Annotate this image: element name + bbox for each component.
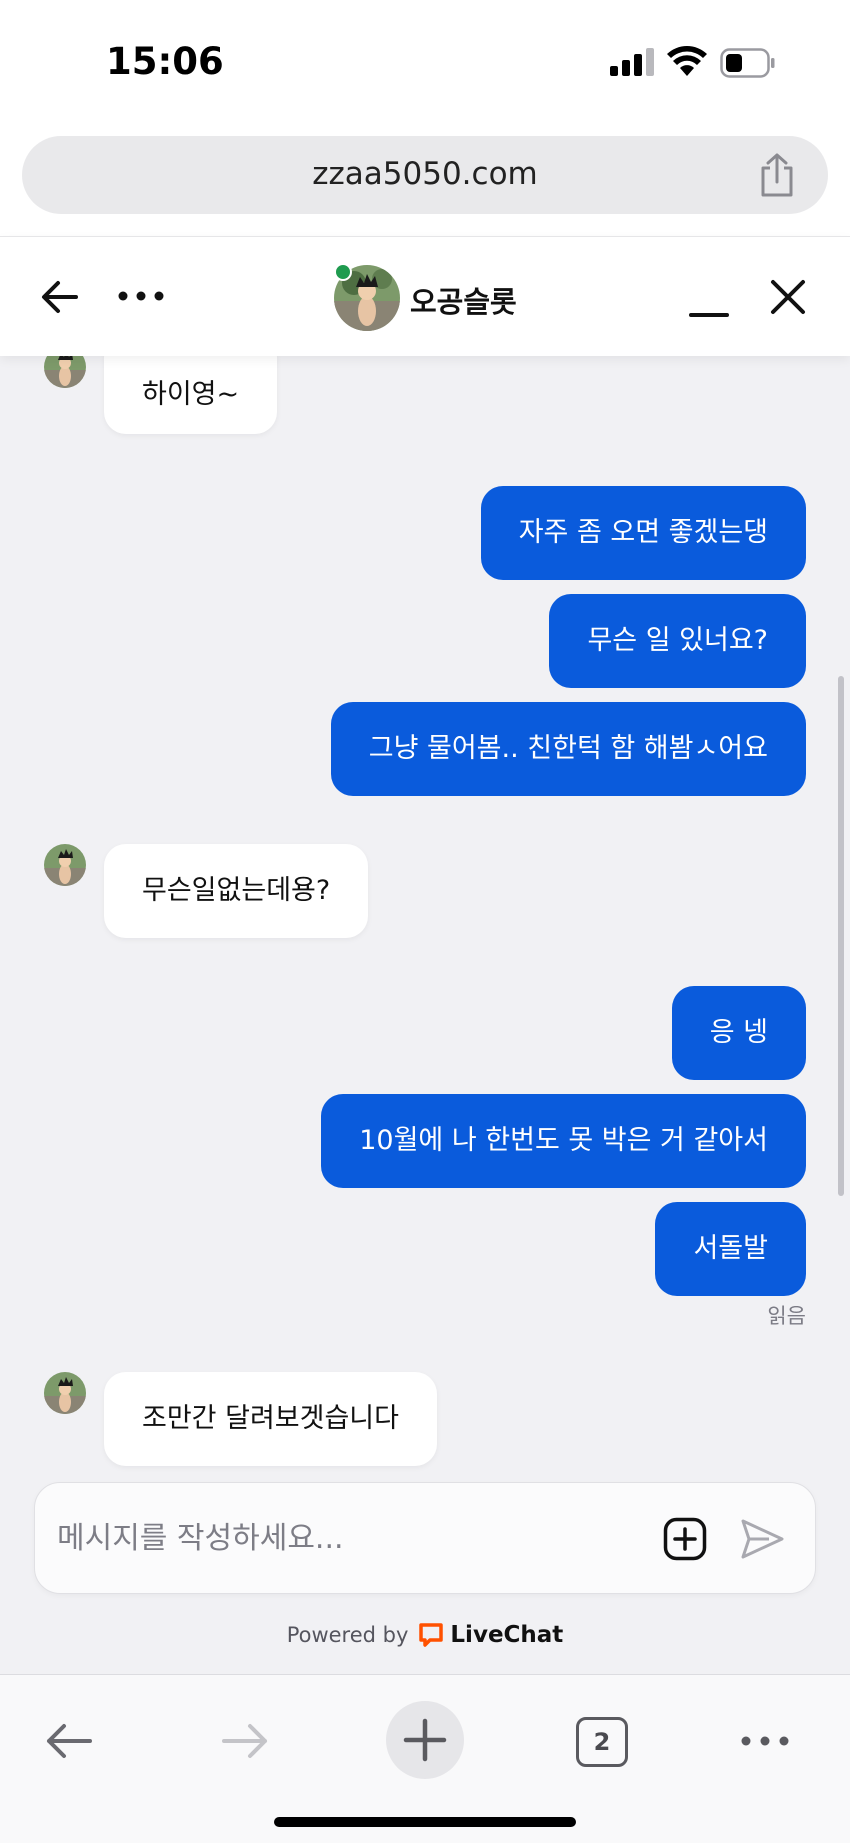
new-tab-icon <box>403 1718 447 1762</box>
url-text[interactable]: zzaa5050.com <box>22 156 828 192</box>
message-list[interactable]: 하이영~ 자주 좀 오면 좋겠는댕 무슨 일 있너요? 그냥 물어봄.. 친한턱… <box>0 356 850 1476</box>
message-input[interactable] <box>57 1513 657 1563</box>
agent-message-avatar <box>44 844 86 886</box>
outgoing-message[interactable]: 응 넹 <box>671 986 806 1080</box>
powered-by: Powered by LiveChat <box>0 1622 850 1648</box>
tab-switcher-button[interactable]: 2 <box>576 1717 628 1767</box>
agent-name: 오공슬롯 <box>410 285 517 319</box>
share-icon[interactable] <box>756 152 798 198</box>
chat-header: 오공슬롯 <box>0 236 850 356</box>
close-icon[interactable] <box>770 279 806 315</box>
address-bar[interactable]: zzaa5050.com <box>22 136 828 214</box>
agent-message-avatar <box>44 1372 86 1414</box>
browser-bottom-bar: 2 <box>0 1674 850 1843</box>
browser-back-icon[interactable] <box>44 1721 94 1761</box>
read-receipt: 읽음 <box>767 1304 806 1328</box>
cellular-signal-icon <box>610 48 656 76</box>
outgoing-message[interactable]: 자주 좀 오면 좋겠는댕 <box>480 486 806 580</box>
browser-toolbar: zzaa5050.com <box>0 120 850 236</box>
livechat-icon <box>419 1623 444 1647</box>
incoming-message[interactable]: 조만간 달려보겟습니다 <box>104 1372 437 1466</box>
outgoing-message[interactable]: 그냥 물어봄.. 친한턱 함 해봠ㅅ어요 <box>330 702 806 796</box>
back-arrow-icon[interactable] <box>40 277 80 317</box>
livechat-logo[interactable]: LiveChat <box>418 1622 563 1648</box>
chat-scrollbar[interactable] <box>838 676 844 1196</box>
new-tab-button[interactable] <box>386 1701 464 1779</box>
browser-menu-icon[interactable] <box>740 1731 790 1751</box>
outgoing-message[interactable]: 무슨 일 있너요? <box>549 594 806 688</box>
incoming-message[interactable]: 하이영~ <box>104 356 278 434</box>
battery-icon <box>720 48 775 78</box>
wifi-icon <box>667 46 707 76</box>
incoming-message[interactable]: 무슨일없는데용? <box>104 844 369 938</box>
message-composer <box>34 1482 816 1594</box>
browser-forward-icon[interactable] <box>220 1721 270 1761</box>
minimize-icon[interactable] <box>688 281 730 321</box>
status-bar: 15:06 <box>0 0 850 120</box>
livechat-brand: LiveChat <box>450 1622 564 1648</box>
powered-by-label: Powered by <box>286 1623 409 1647</box>
outgoing-message[interactable]: 10월에 나 한번도 못 박은 거 같아서 <box>321 1094 806 1188</box>
more-icon[interactable] <box>116 281 166 311</box>
home-indicator[interactable] <box>274 1817 576 1827</box>
send-icon[interactable] <box>739 1517 785 1561</box>
online-status-indicator <box>334 263 352 281</box>
attach-icon[interactable] <box>663 1517 707 1561</box>
outgoing-message[interactable]: 서돌발 <box>655 1202 806 1296</box>
status-time: 15:06 <box>106 40 224 83</box>
agent-message-avatar <box>44 356 86 388</box>
